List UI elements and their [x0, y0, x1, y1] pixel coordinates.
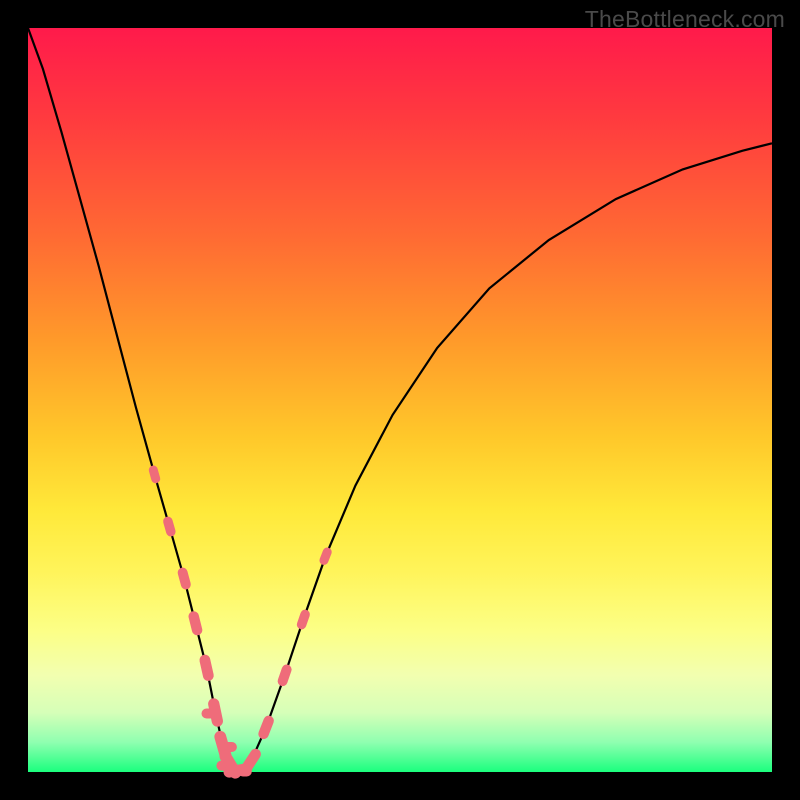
chart-svg	[28, 28, 772, 772]
plot-area	[28, 28, 772, 772]
bead	[318, 546, 333, 566]
bead	[177, 566, 192, 590]
curve-beads	[148, 465, 333, 781]
bottleneck-curve	[28, 28, 772, 771]
bead	[187, 610, 203, 636]
bead	[276, 663, 293, 687]
bead	[148, 465, 162, 485]
bead	[202, 709, 216, 719]
bead	[257, 714, 276, 741]
watermark-text: TheBottleneck.com	[585, 6, 785, 33]
bead	[162, 515, 177, 537]
bead	[223, 742, 237, 752]
bead	[198, 654, 214, 682]
bead	[296, 608, 312, 630]
chart-frame: TheBottleneck.com	[0, 0, 800, 800]
